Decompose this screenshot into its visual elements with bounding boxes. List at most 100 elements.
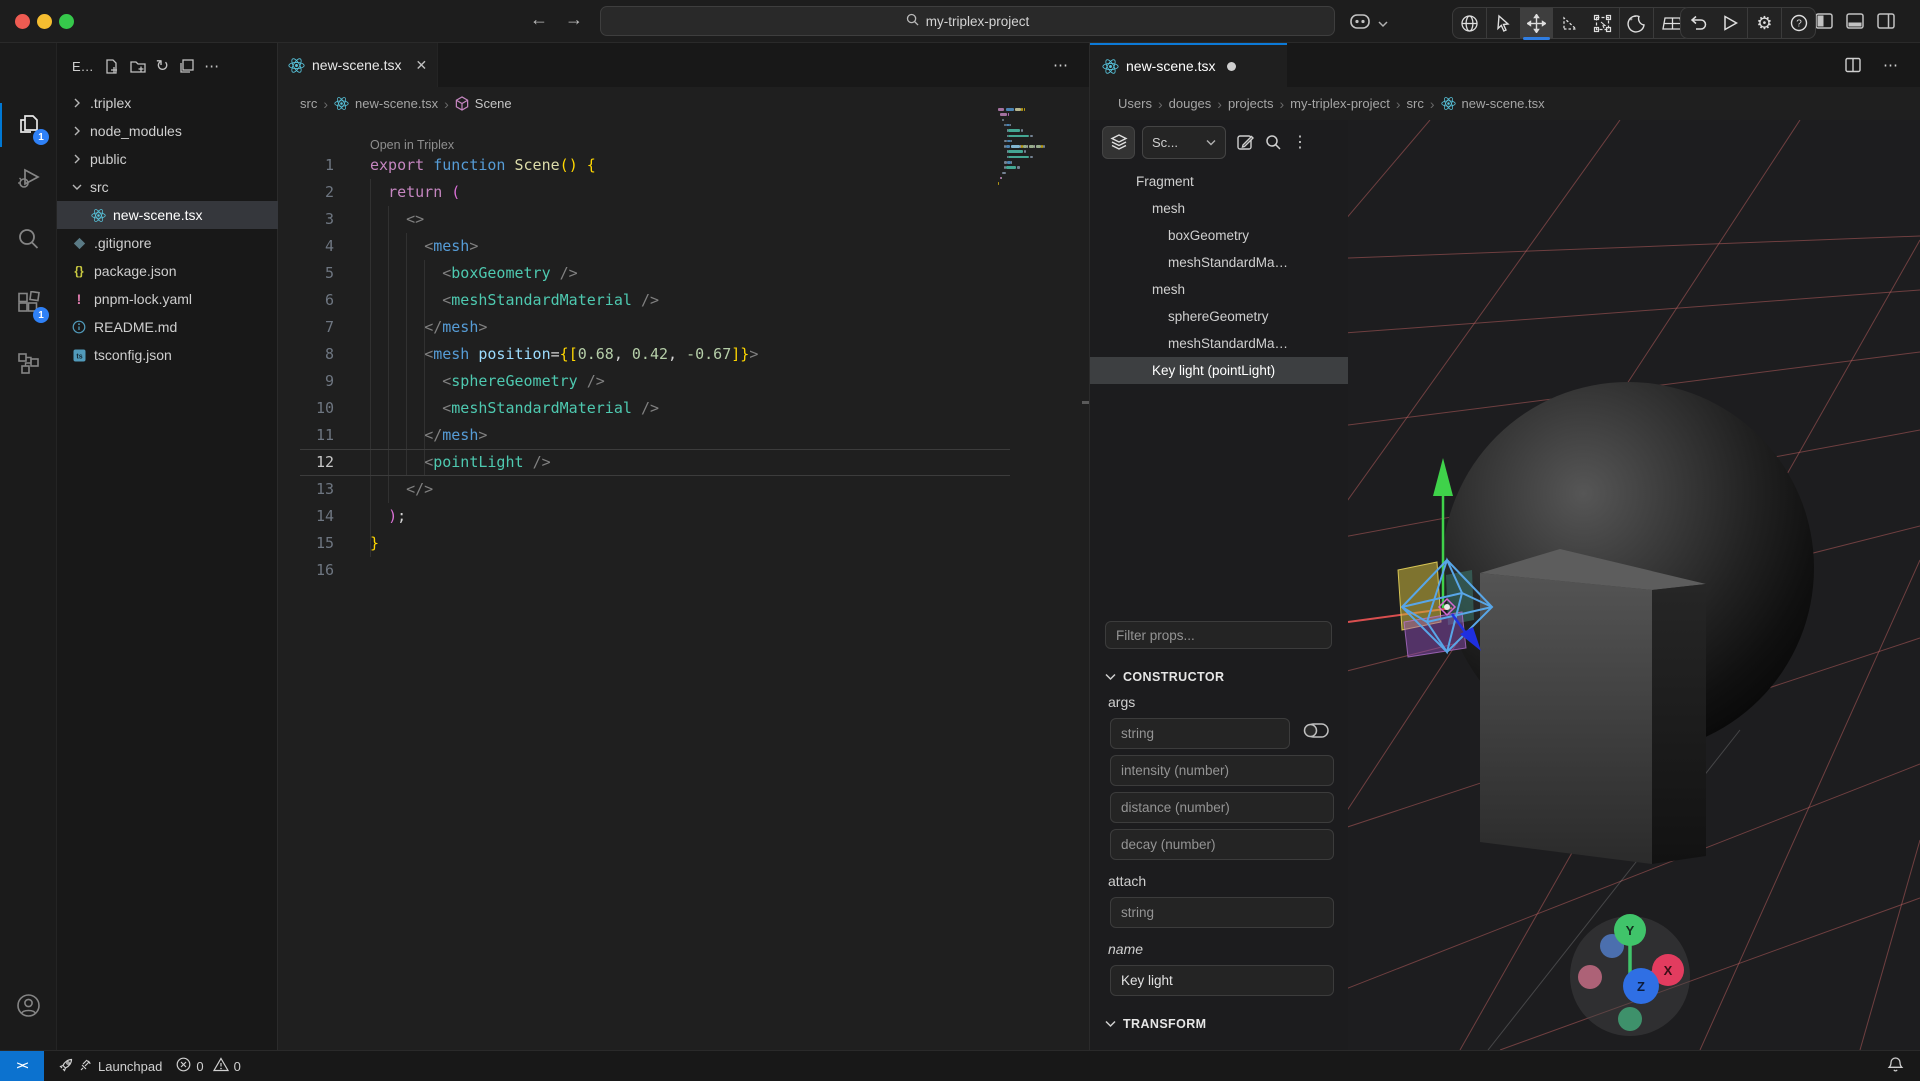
help-icon[interactable]: ? bbox=[1782, 8, 1815, 38]
file-row-node-modules[interactable]: node_modules bbox=[57, 117, 278, 145]
extensions-view-icon[interactable]: 1 bbox=[0, 279, 57, 327]
file-row--gitignore[interactable]: .gitignore bbox=[57, 229, 278, 257]
prop-input-name[interactable] bbox=[1110, 965, 1334, 996]
file-row-new-scene-tsx[interactable]: new-scene.tsx bbox=[57, 201, 278, 229]
code-line-5[interactable]: 5 <boxGeometry /> bbox=[278, 260, 1090, 287]
code-line-2[interactable]: 2 return ( bbox=[278, 179, 1090, 206]
code-line-14[interactable]: 14 ); bbox=[278, 503, 1090, 530]
code-line-13[interactable]: 13 </> bbox=[278, 476, 1090, 503]
breadcrumb-item-douges[interactable]: douges bbox=[1169, 96, 1212, 111]
breadcrumb-item-Users[interactable]: Users bbox=[1118, 96, 1152, 111]
file-row-package-json[interactable]: {}package.json bbox=[57, 257, 278, 285]
settings-gear-icon[interactable]: ⚙ bbox=[1748, 8, 1781, 38]
maximize-window-button[interactable] bbox=[59, 14, 74, 29]
breadcrumb-src[interactable]: src bbox=[300, 96, 317, 111]
more-actions-icon[interactable]: ⋯ bbox=[1883, 56, 1898, 74]
explorer-view-icon[interactable]: 1 bbox=[0, 101, 57, 149]
code-line-16[interactable]: 16 bbox=[278, 557, 1090, 584]
scene-tree-item-meshStandardMa-[interactable]: meshStandardMa… bbox=[1090, 249, 1348, 276]
scene-tree-item-meshStandardMa-[interactable]: meshStandardMa… bbox=[1090, 330, 1348, 357]
code-line-4[interactable]: 4 <mesh> bbox=[278, 233, 1090, 260]
tab-new-scene[interactable]: new-scene.tsx ✕ bbox=[278, 43, 438, 87]
code-line-3[interactable]: 3 <> bbox=[278, 206, 1090, 233]
breadcrumb-item-my-triplex-project[interactable]: my-triplex-project bbox=[1290, 96, 1390, 111]
move-tool-icon[interactable] bbox=[1520, 8, 1553, 38]
prop-input-string[interactable] bbox=[1110, 897, 1334, 928]
breadcrumb-item-src[interactable]: src bbox=[1407, 96, 1424, 111]
prop-type-toggle[interactable] bbox=[1302, 722, 1329, 739]
undo-icon[interactable] bbox=[1681, 8, 1714, 38]
chevron-down-icon[interactable] bbox=[1378, 15, 1388, 33]
lighting-moon-icon[interactable] bbox=[1620, 8, 1653, 38]
select-tool-icon[interactable] bbox=[1487, 8, 1520, 38]
split-editor-icon[interactable] bbox=[1844, 56, 1862, 79]
search-view-icon[interactable] bbox=[0, 214, 57, 262]
breadcrumb-item-projects[interactable]: projects bbox=[1228, 96, 1274, 111]
minimap[interactable] bbox=[998, 108, 1046, 200]
prop-input-distance-number-[interactable] bbox=[1110, 792, 1334, 823]
file-row-tsconfig-json[interactable]: tstsconfig.json bbox=[57, 341, 278, 369]
tab-new-scene-triplex[interactable]: new-scene.tsx bbox=[1090, 43, 1287, 87]
more-actions-icon[interactable]: ⋯ bbox=[204, 57, 219, 75]
prop-input-string[interactable] bbox=[1110, 718, 1290, 749]
copilot-icon[interactable] bbox=[1348, 10, 1372, 37]
play-icon[interactable] bbox=[1714, 8, 1747, 38]
toggle-primary-sidebar-icon[interactable] bbox=[1813, 10, 1835, 37]
prop-input-decay-number-[interactable] bbox=[1110, 829, 1334, 860]
code-line-8[interactable]: 8 <mesh position={[0.68, 0.42, -0.67]}> bbox=[278, 341, 1090, 368]
editor-more-actions-icon[interactable]: ⋯ bbox=[1053, 56, 1068, 74]
scene-tree-item-Key-light-pointLight-[interactable]: Key light (pointLight) bbox=[1090, 357, 1348, 384]
scene-tree-item-mesh[interactable]: mesh bbox=[1090, 276, 1348, 303]
code-line-11[interactable]: 11 </mesh> bbox=[278, 422, 1090, 449]
code-line-7[interactable]: 7 </mesh> bbox=[278, 314, 1090, 341]
scale-tool-icon[interactable] bbox=[1553, 8, 1586, 38]
code-line-15[interactable]: 15} bbox=[278, 530, 1090, 557]
new-folder-icon[interactable] bbox=[129, 58, 147, 75]
modified-dot-icon[interactable] bbox=[1227, 62, 1236, 71]
breadcrumb-file[interactable]: new-scene.tsx bbox=[355, 96, 438, 111]
launchpad-item[interactable]: Launchpad bbox=[58, 1057, 162, 1076]
file-row-public[interactable]: public bbox=[57, 145, 278, 173]
section-header-transform[interactable]: TRANSFORM bbox=[1105, 1013, 1348, 1035]
section-header-constructor[interactable]: CONSTRUCTOR bbox=[1105, 666, 1348, 688]
code-line-9[interactable]: 9 <sphereGeometry /> bbox=[278, 368, 1090, 395]
file-row--triplex[interactable]: .triplex bbox=[57, 89, 278, 117]
toggle-secondary-sidebar-icon[interactable] bbox=[1875, 10, 1897, 37]
run-debug-view-icon[interactable] bbox=[0, 154, 57, 202]
breadcrumb-symbol[interactable]: Scene bbox=[475, 96, 512, 111]
scene-tree-item-mesh[interactable]: mesh bbox=[1090, 195, 1348, 222]
breadcrumb-item-new-scene-tsx[interactable]: new-scene.tsx bbox=[1462, 96, 1545, 111]
globe-world-icon[interactable] bbox=[1453, 8, 1486, 38]
scene-tree-item-Fragment[interactable]: Fragment bbox=[1090, 168, 1348, 195]
code-editor[interactable]: Open in Triplex 1export function Scene()… bbox=[278, 120, 1090, 1050]
collapse-folders-icon[interactable] bbox=[178, 58, 195, 75]
refresh-icon[interactable]: ↻ bbox=[156, 56, 169, 76]
file-row-pnpm-lock-yaml[interactable]: !pnpm-lock.yaml bbox=[57, 285, 278, 313]
remote-indicator[interactable]: >< bbox=[0, 1051, 44, 1081]
toggle-panel-icon[interactable] bbox=[1844, 10, 1866, 37]
code-line-6[interactable]: 6 <meshStandardMaterial /> bbox=[278, 287, 1090, 314]
transform-tool-icon[interactable] bbox=[1586, 8, 1619, 38]
navigate-back-icon[interactable]: ← bbox=[530, 9, 548, 30]
filter-props-input[interactable] bbox=[1105, 621, 1332, 649]
notifications-bell-icon[interactable] bbox=[1887, 1056, 1904, 1078]
search-scene-icon[interactable] bbox=[1265, 134, 1282, 151]
scene-layers-button[interactable] bbox=[1102, 126, 1135, 159]
close-icon[interactable]: ✕ bbox=[415, 57, 427, 74]
new-file-icon[interactable] bbox=[103, 58, 120, 75]
remote-explorer-view-icon[interactable] bbox=[0, 339, 57, 387]
navigate-forward-icon[interactable]: → bbox=[565, 9, 583, 30]
scene-tree-item-boxGeometry[interactable]: boxGeometry bbox=[1090, 222, 1348, 249]
scene-select-dropdown[interactable]: Sc... bbox=[1142, 126, 1226, 159]
scene-tree-item-sphereGeometry[interactable]: sphereGeometry bbox=[1090, 303, 1348, 330]
prop-input-intensity-number-[interactable] bbox=[1110, 755, 1334, 786]
file-row-README-md[interactable]: README.md bbox=[57, 313, 278, 341]
code-line-1[interactable]: 1export function Scene() { bbox=[278, 152, 1090, 179]
edit-scene-icon[interactable] bbox=[1236, 133, 1255, 152]
kebab-menu-icon[interactable]: ⋮ bbox=[1292, 132, 1308, 152]
command-center-search[interactable]: my-triplex-project bbox=[600, 6, 1335, 36]
open-in-triplex-codelens[interactable]: Open in Triplex bbox=[278, 120, 1090, 152]
accounts-icon[interactable] bbox=[0, 981, 57, 1029]
problems-item[interactable]: 0 0 bbox=[176, 1057, 240, 1075]
file-row-src[interactable]: src bbox=[57, 173, 278, 201]
